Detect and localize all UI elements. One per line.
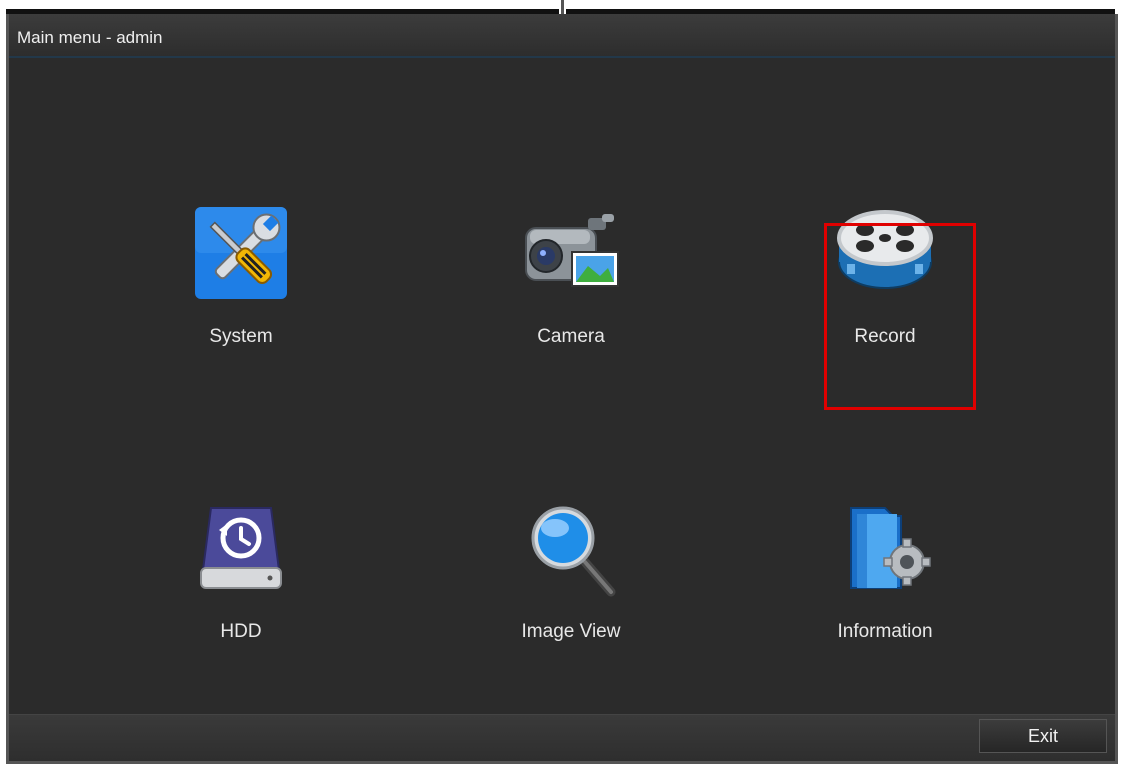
top-center-tick [561, 0, 564, 14]
footer-bar: Exit [9, 714, 1115, 761]
menu-item-image-view[interactable]: Image View [491, 493, 651, 683]
hdd-icon [186, 493, 296, 603]
selection-highlight [824, 223, 976, 410]
menu-item-camera[interactable]: Camera [491, 198, 651, 388]
menu-grid: System Camera Record HDD Image View Info… [9, 58, 1115, 718]
menu-item-label: Camera [537, 326, 605, 347]
menu-item-label: Image View [521, 621, 621, 642]
window-title: Main menu - admin [17, 28, 163, 47]
menu-item-information[interactable]: Information [805, 493, 965, 683]
information-folder-gear-icon [830, 493, 940, 603]
title-bar: Main menu - admin [9, 14, 1115, 58]
system-tools-icon [186, 198, 296, 308]
camera-icon [516, 198, 626, 308]
exit-button[interactable]: Exit [979, 719, 1107, 753]
main-menu-window: Main menu - admin System Camera Record H… [6, 14, 1118, 764]
menu-item-label: HDD [220, 621, 262, 642]
menu-item-hdd[interactable]: HDD [161, 493, 321, 683]
menu-item-system[interactable]: System [161, 198, 321, 388]
menu-item-label: Information [837, 621, 933, 642]
menu-item-label: System [209, 326, 273, 347]
image-view-magnifier-icon [516, 493, 626, 603]
top-strip [0, 0, 1121, 14]
